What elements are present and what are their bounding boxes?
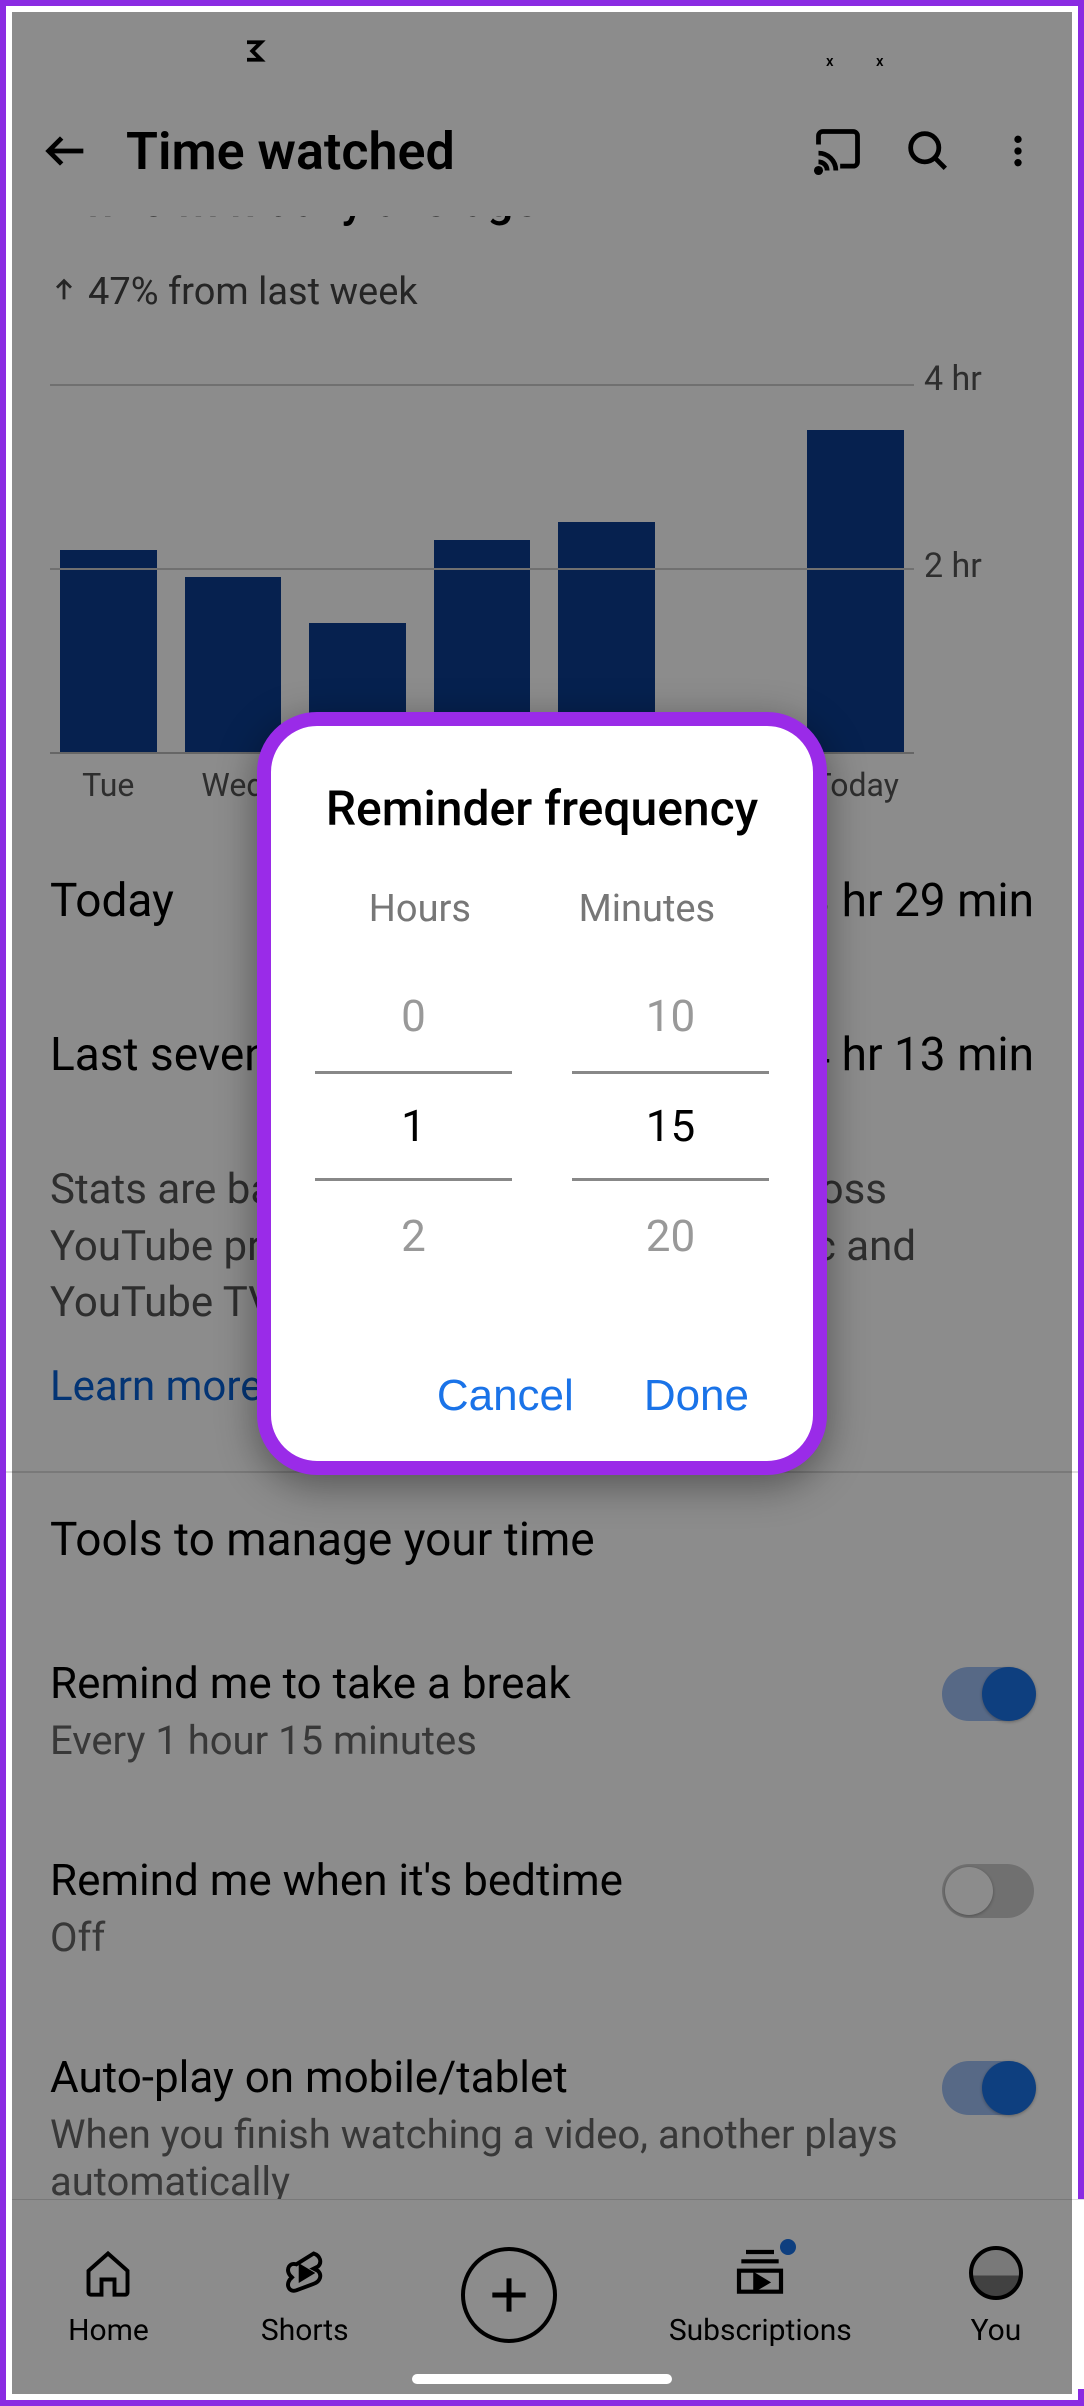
- hours-next[interactable]: 2: [315, 1181, 512, 1291]
- hours-picker[interactable]: 0 1 2: [315, 961, 512, 1291]
- minutes-picker[interactable]: 10 15 20: [572, 961, 769, 1291]
- hours-prev[interactable]: 0: [315, 961, 512, 1071]
- minutes-header: Minutes: [579, 887, 716, 931]
- reminder-frequency-dialog: Reminder frequency Hours Minutes 0 1 2 1…: [257, 712, 827, 1475]
- hours-selected[interactable]: 1: [315, 1071, 512, 1181]
- done-button[interactable]: Done: [644, 1371, 749, 1421]
- minutes-selected[interactable]: 15: [572, 1071, 769, 1181]
- dialog-title: Reminder frequency: [315, 780, 769, 837]
- minutes-prev[interactable]: 10: [572, 961, 769, 1071]
- hours-header: Hours: [369, 887, 471, 931]
- minutes-next[interactable]: 20: [572, 1181, 769, 1291]
- home-indicator[interactable]: [412, 2374, 672, 2384]
- cancel-button[interactable]: Cancel: [437, 1371, 574, 1421]
